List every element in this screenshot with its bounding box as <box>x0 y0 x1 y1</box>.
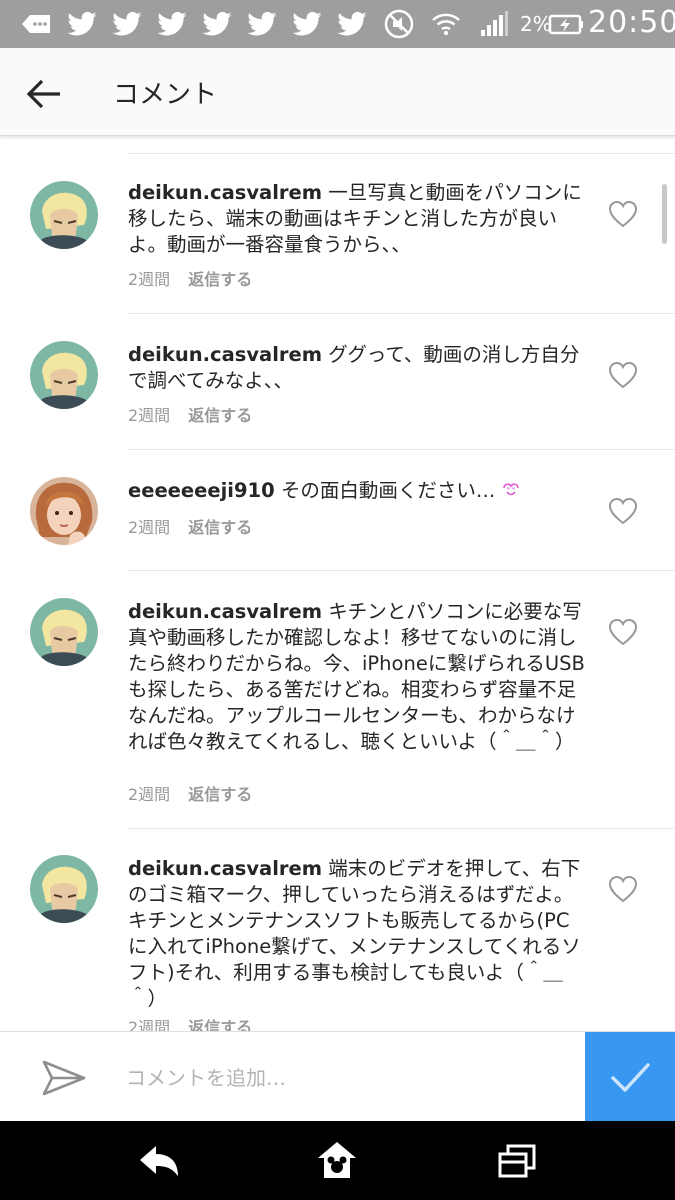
reply-button[interactable]: 返信する <box>188 518 252 537</box>
wifi-icon <box>432 13 460 36</box>
navigation-bar <box>0 1121 675 1200</box>
heart-icon[interactable] <box>608 618 638 646</box>
twitter-icon <box>67 11 97 36</box>
twitter-icon <box>337 11 367 36</box>
post-comment-button[interactable] <box>585 1032 675 1122</box>
app-header: コメント <box>0 48 675 136</box>
comment-username[interactable]: eeeeeeeji910 <box>128 479 275 502</box>
comment-username[interactable]: deikun.casvalrem <box>128 343 322 366</box>
battery-percent: 2% <box>520 12 552 36</box>
twitter-icon <box>247 11 277 36</box>
twitter-icon <box>202 11 232 36</box>
comment-text: deikun.casvalrem ググって、動画の消し方自分で調べてみなよ、、 <box>128 342 588 394</box>
heart-eyes-emoji <box>502 483 519 496</box>
clock-time: 20:50 <box>588 5 675 40</box>
comment-list[interactable]: deikun.casvalrem 一旦写真と動画をパソコンに移したら、端末の動画… <box>0 137 675 1031</box>
avatar[interactable] <box>30 598 98 666</box>
heart-icon[interactable] <box>608 361 638 389</box>
page-title: コメント <box>113 80 218 110</box>
do-not-disturb-icon <box>384 9 414 39</box>
divider <box>128 828 675 829</box>
recent-apps-icon[interactable] <box>494 1138 540 1184</box>
comment-meta: 2週間 返信する <box>128 1014 252 1031</box>
home-icon[interactable] <box>314 1138 360 1184</box>
avatar[interactable] <box>30 181 98 249</box>
paper-plane-icon[interactable] <box>40 1056 88 1100</box>
heart-icon[interactable] <box>608 497 638 525</box>
comment-username[interactable]: deikun.casvalrem <box>128 181 322 204</box>
avatar[interactable] <box>30 477 98 545</box>
comment-meta: 2週間 返信する <box>128 781 252 805</box>
comment-username[interactable]: deikun.casvalrem <box>128 600 322 623</box>
comment-age: 2週間 <box>128 270 171 289</box>
arrow-left-icon[interactable] <box>22 72 66 116</box>
divider <box>128 449 675 450</box>
comment-meta: 2週間 返信する <box>128 266 252 290</box>
back-arrow-icon[interactable] <box>136 1138 182 1184</box>
comment-text: deikun.casvalrem キチンとパソコンに必要な写真や動画移したか確認… <box>128 599 588 755</box>
comment-text: eeeeeeeji910 その面白動画ください… <box>128 478 588 504</box>
heart-icon[interactable] <box>608 875 638 903</box>
comment-text: deikun.casvalrem 一旦写真と動画をパソコンに移したら、端末の動画… <box>128 180 588 258</box>
comment-text: deikun.casvalrem 端末のビデオを押して、右下のゴミ箱マーク、押し… <box>128 856 588 1012</box>
reply-button[interactable]: 返信する <box>188 270 252 289</box>
avatar[interactable] <box>30 855 98 923</box>
comment-meta: 2週間 返信する <box>128 514 252 538</box>
twitter-icon <box>112 11 142 36</box>
twitter-icon <box>157 11 187 36</box>
comment-username[interactable]: deikun.casvalrem <box>128 857 322 880</box>
comment-age: 2週間 <box>128 406 171 425</box>
avatar[interactable] <box>30 341 98 409</box>
scrollbar[interactable] <box>662 184 667 244</box>
comment-age: 2週間 <box>128 1018 171 1031</box>
reply-button[interactable]: 返信する <box>188 785 252 804</box>
comment-message: その面白動画ください… <box>274 479 496 502</box>
divider <box>128 570 675 571</box>
signal-icon <box>481 11 508 36</box>
reply-button[interactable]: 返信する <box>188 406 252 425</box>
comment-input[interactable] <box>126 1060 566 1096</box>
reply-button[interactable]: 返信する <box>188 1018 252 1031</box>
checkmark-icon <box>611 1063 650 1092</box>
status-bar: 2% 20:50 <box>0 0 675 48</box>
comment-age: 2週間 <box>128 785 171 804</box>
divider <box>128 313 675 314</box>
comment-composer <box>0 1031 675 1122</box>
twitter-icon <box>292 11 322 36</box>
battery-charging-icon <box>548 14 583 35</box>
heart-icon[interactable] <box>608 200 638 228</box>
comment-age: 2週間 <box>128 518 171 537</box>
comment-meta: 2週間 返信する <box>128 402 252 426</box>
message-icon <box>22 15 50 33</box>
divider <box>128 153 675 154</box>
